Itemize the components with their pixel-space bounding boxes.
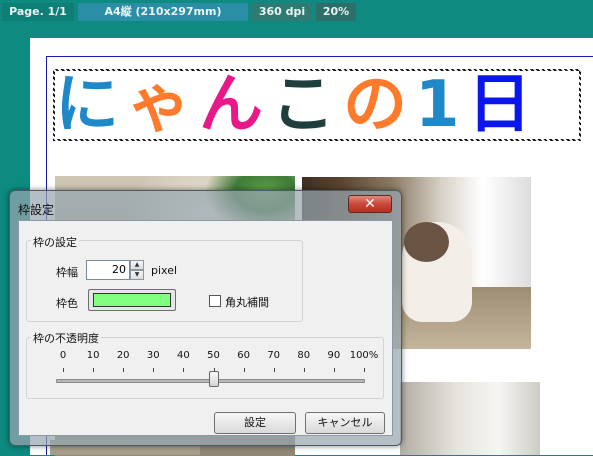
opacity-tick-label: 80 — [297, 350, 311, 361]
rounded-corner-checkbox[interactable] — [209, 295, 221, 307]
frame-color-button[interactable] — [88, 289, 176, 311]
opacity-tick-label: 100% — [349, 350, 379, 361]
dialog-title: 枠設定 — [18, 203, 55, 217]
cat-head — [404, 222, 449, 262]
opacity-group-label: 枠の不透明度 — [31, 330, 101, 346]
opacity-tick-label: 0 — [59, 350, 67, 361]
status-bar: Page. 1/1 A4縦 (210x297mm) 360 dpi 20% — [0, 0, 593, 22]
frame-color-label: 枠色 — [56, 297, 78, 310]
opacity-tick-mark — [93, 368, 95, 372]
title-char-0: に — [55, 71, 119, 139]
title-char-4: の — [343, 71, 407, 139]
zoom-indicator: 20% — [316, 3, 356, 21]
opacity-tick-mark — [333, 368, 335, 372]
dialog-body: 枠の設定 枠幅 20 ▲ ▼ pixel 枠色 角丸補間 枠の不透明度 0 10 2… — [18, 220, 393, 436]
title-char-5: 1 — [415, 71, 460, 139]
frame-width-unit: pixel — [151, 264, 178, 277]
opacity-tick-mark — [303, 368, 305, 372]
frame-width-label: 枠幅 — [56, 266, 78, 279]
page-indicator: Page. 1/1 — [2, 3, 74, 21]
frame-settings-dialog: 枠設定 ✕ 枠の設定 枠幅 20 ▲ ▼ pixel 枠色 角丸補間 枠の不透明… — [9, 190, 402, 446]
title-text: にゃんこの1日 — [55, 71, 579, 139]
cancel-button[interactable]: キャンセル — [305, 412, 385, 434]
frame-width-stepper[interactable]: ▲ ▼ — [130, 260, 144, 280]
opacity-slider-thumb[interactable] — [208, 371, 219, 387]
cat-photo-3[interactable] — [400, 382, 540, 455]
frame-width-input[interactable]: 20 — [86, 260, 130, 280]
opacity-tick-label: 10 — [86, 350, 100, 361]
stepper-down-icon[interactable]: ▼ — [130, 270, 144, 280]
title-char-3: こ — [271, 71, 335, 139]
opacity-tick-mark — [153, 368, 155, 372]
dpi-indicator: 360 dpi — [252, 3, 312, 21]
title-text-frame[interactable]: にゃんこの1日 — [53, 69, 581, 141]
frame-color-swatch — [93, 293, 171, 307]
opacity-tick-mark — [63, 368, 64, 372]
opacity-tick-marks — [19, 368, 394, 374]
opacity-tick-label: 20 — [116, 350, 130, 361]
rounded-corner-label: 角丸補間 — [225, 296, 269, 309]
opacity-tick-mark — [183, 368, 185, 372]
opacity-tick-mark — [243, 368, 245, 372]
opacity-tick-mark — [273, 368, 275, 372]
close-button[interactable]: ✕ — [348, 195, 392, 213]
opacity-tick-label: 60 — [237, 350, 250, 361]
paper-size-indicator: A4縦 (210x297mm) — [78, 3, 248, 21]
title-char-2: ん — [199, 71, 263, 139]
opacity-tick-labels: 0 10 20 30 40 50 60 70 80 90 100% — [19, 350, 394, 364]
opacity-tick-label: 40 — [177, 350, 190, 361]
stepper-up-icon[interactable]: ▲ — [130, 260, 144, 270]
ok-button[interactable]: 設定 — [214, 412, 296, 434]
opacity-tick-label: 90 — [327, 350, 341, 361]
opacity-tick-label: 30 — [146, 350, 160, 361]
frame-group-label: 枠の設定 — [31, 234, 79, 250]
opacity-tick-mark — [123, 368, 125, 372]
title-char-1: ゃ — [127, 71, 191, 139]
opacity-tick-label: 70 — [267, 350, 281, 361]
title-char-6: 日 — [467, 71, 532, 139]
opacity-tick-mark — [364, 368, 365, 372]
opacity-tick-label: 50 — [207, 350, 220, 361]
